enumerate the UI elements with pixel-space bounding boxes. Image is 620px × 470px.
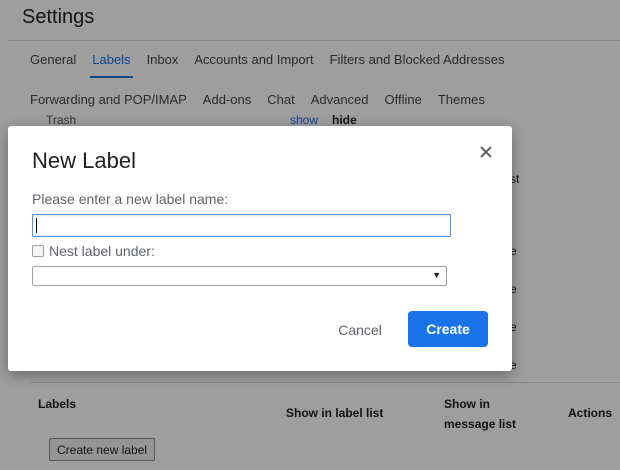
parent-label-select[interactable]: ▼ xyxy=(32,266,447,286)
dialog-title: New Label xyxy=(32,148,136,173)
create-button[interactable]: Create xyxy=(408,311,488,347)
label-name-prompt: Please enter a new label name: xyxy=(32,191,229,207)
nest-label-checkbox[interactable] xyxy=(32,245,44,257)
nest-label-option: Nest label under: xyxy=(32,243,155,259)
new-label-dialog: New Label Please enter a new label name:… xyxy=(8,126,512,371)
dropdown-arrow-icon: ▼ xyxy=(432,270,441,280)
nest-label-text: Nest label under: xyxy=(49,243,155,259)
label-name-input[interactable] xyxy=(32,214,451,237)
cancel-button[interactable]: Cancel xyxy=(321,312,399,348)
close-icon[interactable] xyxy=(476,142,496,162)
text-cursor xyxy=(36,218,37,233)
